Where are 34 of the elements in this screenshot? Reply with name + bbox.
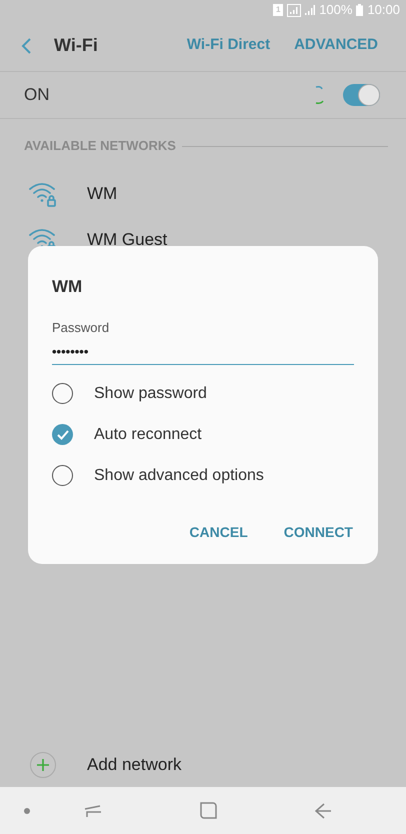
page-title: Wi-Fi <box>54 34 99 57</box>
network-name: WM Guest <box>87 229 168 252</box>
network-name: WM <box>87 183 118 206</box>
checkbox[interactable] <box>52 383 73 404</box>
checkbox[interactable] <box>52 424 73 445</box>
network-item[interactable]: WM <box>0 171 406 217</box>
home-icon[interactable] <box>200 802 217 819</box>
signal-icon <box>287 4 302 16</box>
recents-icon[interactable] <box>84 804 102 818</box>
battery-icon <box>356 4 364 16</box>
option-label: Auto reconnect <box>94 424 202 444</box>
battery-percent: 100% <box>319 1 352 20</box>
dialog-button[interactable]: CANCEL <box>189 522 248 543</box>
sim-card-icon: 1 <box>273 4 284 16</box>
network-item[interactable]: WM Guest <box>0 217 406 263</box>
signal-icon <box>305 5 316 15</box>
section-header: AVAILABLE NETWORKS <box>24 137 176 156</box>
dialog-button[interactable]: CONNECT <box>284 522 353 543</box>
checkbox[interactable] <box>52 465 73 486</box>
add-network-item[interactable]: Add network <box>0 743 406 787</box>
item-label: Add network <box>87 754 182 776</box>
dialog-title: WM <box>52 276 84 298</box>
dot-icon[interactable] <box>24 808 30 814</box>
switch-label: ON <box>24 84 50 106</box>
plus-icon <box>30 752 56 778</box>
field-label: Password <box>52 318 110 336</box>
option-label: Show advanced options <box>94 466 264 486</box>
checkmark-icon <box>56 430 68 440</box>
toggle-switch[interactable] <box>343 84 380 106</box>
back-icon[interactable] <box>315 802 331 818</box>
option-label: Show password <box>94 384 207 404</box>
clock: 10:00 <box>367 1 400 20</box>
wifi-lock-icon <box>28 181 58 207</box>
password-field[interactable]: •••••••• <box>52 339 354 365</box>
